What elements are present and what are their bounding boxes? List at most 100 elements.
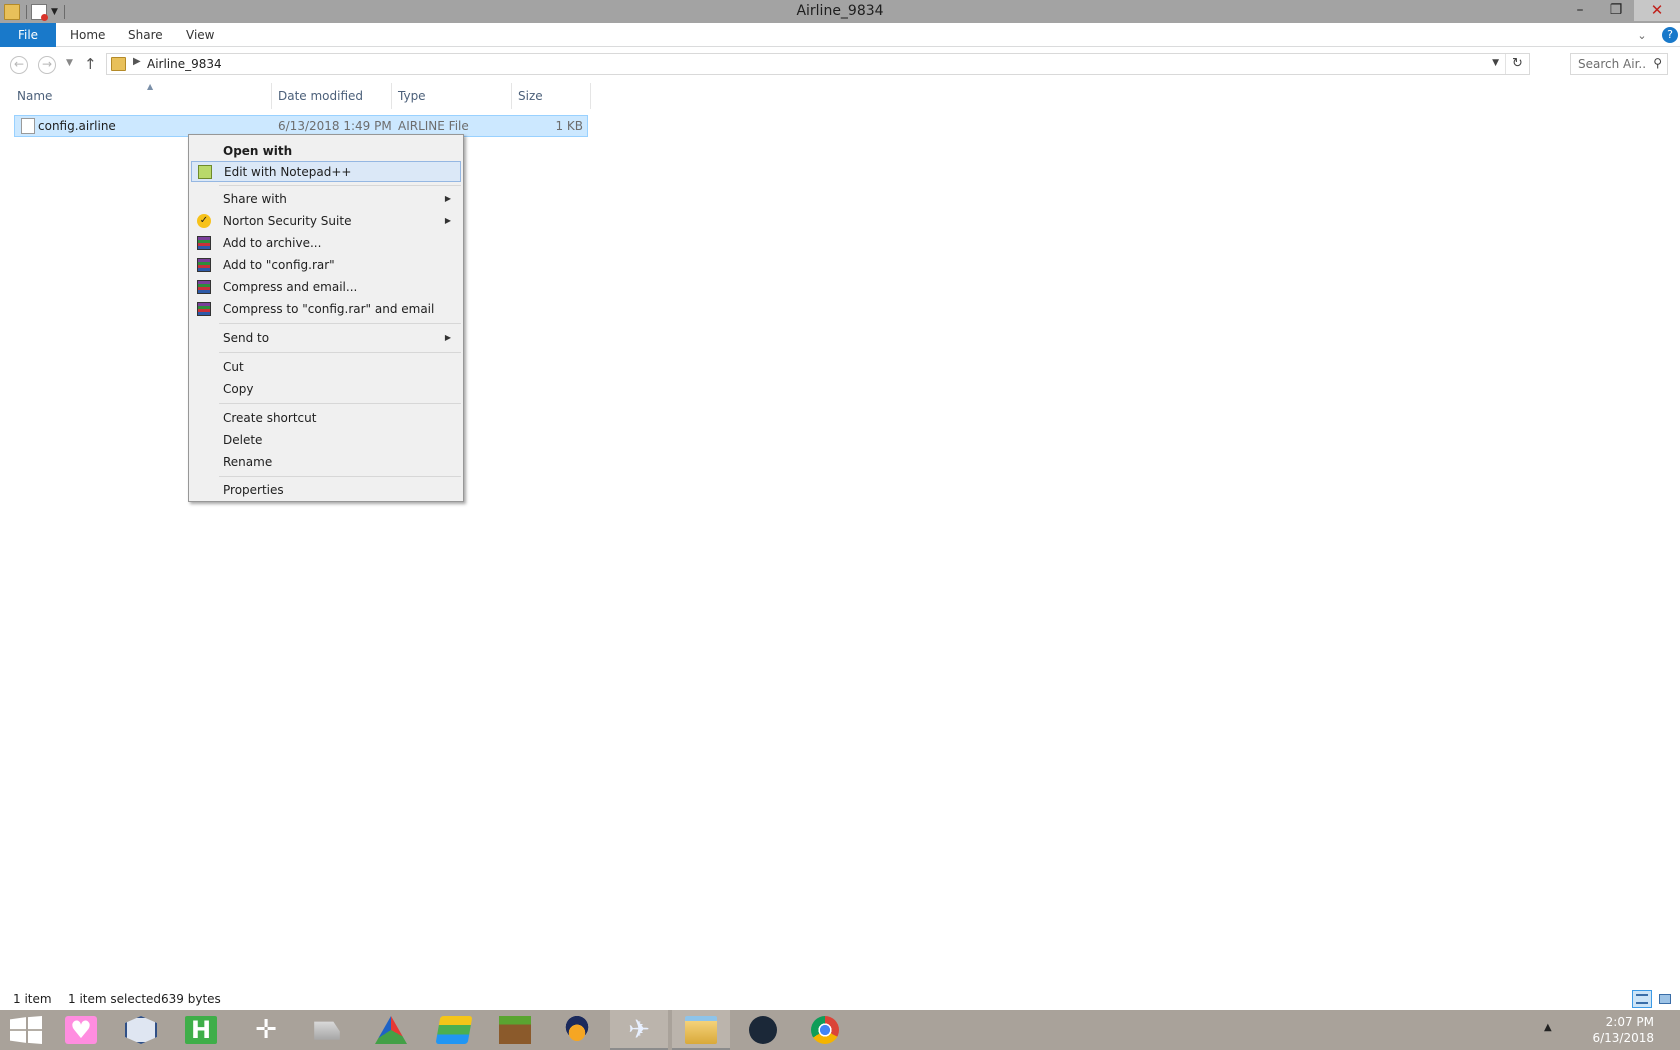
- rgb-app-icon[interactable]: [362, 1010, 420, 1050]
- winrar-icon: [197, 280, 211, 294]
- restore-icon[interactable]: ❐: [1598, 0, 1634, 21]
- details-view-icon[interactable]: [1632, 990, 1652, 1008]
- file-name: config.airline: [38, 119, 116, 133]
- menu-item-norton-security-suite[interactable]: ✓ Norton Security Suite ▶: [191, 211, 461, 232]
- column-header-name[interactable]: Name ▲: [11, 83, 271, 109]
- window-controls: – ❐ ✕: [1562, 0, 1680, 23]
- winrar-icon: [197, 302, 211, 316]
- menu-separator: [219, 185, 461, 186]
- menu-separator: [219, 476, 461, 477]
- menu-item-label: Open with: [223, 144, 293, 158]
- sort-ascending-icon: ▲: [147, 82, 154, 91]
- file-size: 1 KB: [555, 119, 583, 133]
- file-explorer-icon[interactable]: [672, 1010, 730, 1050]
- up-arrow-icon[interactable]: ↑: [84, 55, 97, 73]
- address-bar[interactable]: ▶ Airline_9834 ▼ ↻: [106, 53, 1530, 75]
- tab-view[interactable]: View: [186, 23, 214, 47]
- clock-date: 6/13/2018: [1592, 1031, 1654, 1045]
- expand-ribbon-chevron-icon[interactable]: ⌄: [1632, 29, 1652, 42]
- menu-item-delete[interactable]: Delete: [191, 430, 461, 451]
- search-icon[interactable]: ⚲: [1653, 56, 1662, 70]
- crosshair-icon[interactable]: ✛: [237, 1010, 295, 1050]
- system-tray: ▲ 2:07 PM 6/13/2018: [1520, 1010, 1680, 1050]
- selection-size: 639 bytes: [161, 992, 221, 1006]
- column-headers: Name ▲ Date modified Type Size: [0, 83, 600, 109]
- address-dropdown-icon[interactable]: ▼: [1492, 58, 1499, 68]
- airline-app-icon[interactable]: ✈: [610, 1010, 668, 1050]
- ribbon: File Home Share View ⌄ ?: [0, 23, 1680, 47]
- h-app-icon[interactable]: H: [172, 1010, 230, 1050]
- window-title: Airline_9834: [796, 3, 884, 19]
- menu-item-add-to-config-rar[interactable]: Add to "config.rar": [191, 255, 461, 276]
- search-box[interactable]: ⚲: [1570, 53, 1668, 75]
- menu-item-label: Compress to "config.rar" and email: [223, 302, 435, 316]
- menu-item-create-shortcut[interactable]: Create shortcut: [191, 408, 461, 429]
- recent-locations-chevron-icon[interactable]: ▼: [66, 58, 73, 68]
- bluestacks-icon[interactable]: [425, 1010, 483, 1050]
- menu-item-label: Cut: [223, 360, 244, 374]
- minimize-icon[interactable]: –: [1562, 0, 1598, 21]
- column-header-date-modified[interactable]: Date modified: [271, 83, 391, 109]
- winrar-icon: [197, 258, 211, 272]
- file-icon: [21, 118, 35, 134]
- menu-item-rename[interactable]: Rename: [191, 452, 461, 473]
- submenu-arrow-icon: ▶: [444, 333, 451, 342]
- submenu-arrow-icon: ▶: [444, 194, 451, 203]
- menu-item-share-with[interactable]: Share with ▶: [191, 189, 461, 210]
- search-input[interactable]: [1571, 54, 1647, 74]
- folder-icon: [111, 57, 126, 71]
- steam-icon[interactable]: [734, 1010, 792, 1050]
- back-arrow-icon[interactable]: ←: [10, 56, 28, 74]
- close-icon[interactable]: ✕: [1634, 0, 1680, 21]
- clock-time: 2:07 PM: [1605, 1015, 1654, 1029]
- notepad-plus-plus-icon: [198, 165, 212, 179]
- file-type: AIRLINE File: [398, 119, 469, 133]
- tab-share[interactable]: Share: [128, 23, 163, 47]
- breadcrumb-item[interactable]: Airline_9834: [147, 57, 222, 71]
- show-hidden-icons-icon[interactable]: ▲: [1544, 1022, 1552, 1033]
- menu-separator: [219, 403, 461, 404]
- virtualbox-icon[interactable]: [112, 1010, 170, 1050]
- menu-item-label: Edit with Notepad++: [224, 165, 352, 179]
- help-icon[interactable]: ?: [1662, 27, 1678, 43]
- item-count: 1 item: [13, 992, 52, 1006]
- menu-item-edit-with-notepad-plus-plus[interactable]: Edit with Notepad++: [191, 161, 461, 182]
- clock[interactable]: 2:07 PM 6/13/2018: [1592, 1014, 1654, 1046]
- column-header-type[interactable]: Type: [391, 83, 511, 109]
- chrome-icon[interactable]: [796, 1010, 854, 1050]
- menu-item-label: Delete: [223, 433, 263, 447]
- breadcrumb-separator-icon[interactable]: ▶: [133, 56, 141, 67]
- winrar-icon: [197, 236, 211, 250]
- tab-home[interactable]: Home: [70, 23, 105, 47]
- column-header-size[interactable]: Size: [511, 83, 591, 109]
- start-icon[interactable]: [0, 1010, 58, 1050]
- large-icons-view-icon[interactable]: [1655, 990, 1675, 1008]
- menu-item-copy[interactable]: Copy: [191, 379, 461, 400]
- menu-item-label: Rename: [223, 455, 273, 469]
- menu-item-compress-and-email[interactable]: Compress and email...: [191, 277, 461, 298]
- menu-item-label: Send to: [223, 331, 270, 345]
- ribbon-right: ⌄ ?: [1632, 23, 1680, 47]
- heart-app-icon[interactable]: ♥: [52, 1010, 110, 1050]
- menu-item-label: Compress and email...: [223, 280, 358, 294]
- menu-separator: [219, 323, 461, 324]
- menu-item-add-to-archive[interactable]: Add to archive...: [191, 233, 461, 254]
- menu-item-properties[interactable]: Properties: [191, 480, 461, 501]
- menu-item-label: Copy: [223, 382, 254, 396]
- trucker-icon[interactable]: [298, 1010, 356, 1050]
- menu-item-open-with[interactable]: Open with: [191, 141, 461, 162]
- taskbar: ♥ H ✛ ✈ ▲ 2:07 PM 6/13/2018: [0, 1010, 1680, 1050]
- selection-count: 1 item selected: [68, 992, 162, 1006]
- minecraft-icon[interactable]: [486, 1010, 544, 1050]
- refresh-icon[interactable]: ↻: [1505, 54, 1529, 74]
- tab-file[interactable]: File: [0, 23, 56, 47]
- file-date-modified: 6/13/2018 1:49 PM: [278, 119, 392, 133]
- menu-item-label: Add to "config.rar": [223, 258, 335, 272]
- menu-item-compress-to-config-rar-and-email[interactable]: Compress to "config.rar" and email: [191, 299, 461, 320]
- menu-item-send-to[interactable]: Send to ▶: [191, 328, 461, 349]
- audacity-icon[interactable]: [548, 1010, 606, 1050]
- forward-arrow-icon[interactable]: →: [38, 56, 56, 74]
- menu-item-cut[interactable]: Cut: [191, 357, 461, 378]
- menu-item-label: Share with: [223, 192, 287, 206]
- menu-item-label: Norton Security Suite: [223, 214, 352, 228]
